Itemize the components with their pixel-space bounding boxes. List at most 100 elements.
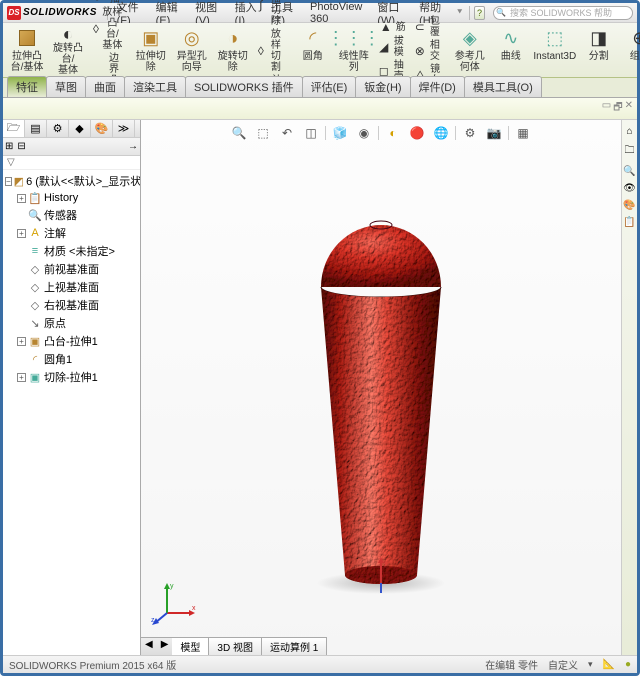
tab-render[interactable]: 渲染工具 (124, 76, 186, 97)
search-input[interactable]: 搜索 SOLIDWORKS 帮助 (493, 6, 633, 20)
cmd-revolve-boss[interactable]: ◐旋转凸台/ 基体 (48, 25, 88, 77)
tree-item[interactable]: +📋History (3, 190, 140, 206)
tab-mold[interactable]: 模具工具(O) (464, 76, 542, 97)
tree-item[interactable]: ↘原点 (3, 314, 140, 332)
origin-marker: y (366, 555, 396, 595)
tree-item[interactable]: 🔍传感器 (3, 206, 140, 224)
expand-icon[interactable]: + (17, 337, 26, 346)
cmd-ref-geometry[interactable]: ◈参考几 何体 (450, 25, 490, 77)
taskpane-home-icon[interactable]: ⌂ (626, 126, 632, 137)
tree-filter[interactable]: ▽ (3, 156, 140, 170)
cmd-rib[interactable]: ▲筋 (375, 19, 410, 35)
cmd-sweep-cut[interactable]: ∫扫描切除 (254, 0, 289, 28)
tab-sheetmetal[interactable]: 钣金(H) (355, 76, 410, 97)
tab-dimxpert[interactable]: ◆ (69, 120, 91, 137)
status-unit-icon[interactable]: 📐 (603, 659, 615, 670)
tree-item[interactable]: ◇右视基准面 (3, 296, 140, 314)
feature-icon: ↘ (28, 316, 42, 330)
window-max-icon[interactable]: 🗗 (613, 100, 622, 117)
tab-features[interactable]: 特征 (7, 76, 47, 97)
feature-icon: ◇ (28, 262, 42, 276)
feature-icon: ≡ (28, 244, 42, 258)
tree-arrow-icon[interactable]: → (128, 141, 138, 152)
taskpane-view-icon[interactable]: 👁 (623, 183, 636, 194)
tab-evaluate[interactable]: 评估(E) (302, 76, 357, 97)
expand-icon[interactable]: + (17, 194, 26, 203)
render-tools-icon[interactable]: 📷 (484, 124, 504, 142)
cmd-loft-cut[interactable]: ◊放样切割 (254, 28, 289, 74)
tab-scroll-right-icon[interactable]: ▶ (157, 638, 173, 655)
cmd-hole-wizard[interactable]: ◎异型孔 向导 (172, 25, 212, 77)
main-area: 🗁 ▤ ⚙ ◆ 🎨 ≫ ⊞ ⊟ → ▽ − ◩ 6 (默认<<默认>_显示状态 … (3, 120, 637, 655)
cmd-extrude-boss[interactable]: 拉伸凸 台/基体 (7, 25, 47, 77)
tree-root[interactable]: − ◩ 6 (默认<<默认>_显示状态 1>) (3, 172, 140, 190)
tree-item[interactable]: ◇上视基准面 (3, 278, 140, 296)
view-triad[interactable]: xyz (149, 579, 197, 627)
cmd-curves[interactable]: ∿曲线 (491, 25, 531, 77)
manager-tabs: 🗁 ▤ ⚙ ◆ 🎨 ≫ (3, 120, 140, 138)
tab-surfaces[interactable]: 曲面 (85, 76, 125, 97)
tab-weldments[interactable]: 焊件(D) (410, 76, 465, 97)
window-min-icon[interactable]: ▭ (602, 100, 611, 117)
menu-photoview[interactable]: PhotoView 360 (305, 1, 370, 25)
menu-dropdown-icon[interactable]: ⯆ (456, 7, 463, 18)
expand-icon[interactable]: + (17, 373, 26, 382)
status-custom[interactable]: 自定义 (548, 657, 578, 672)
cmd-draft[interactable]: ◢拔模 (375, 35, 410, 59)
cmd-wrap[interactable]: ⊂包覆 (411, 15, 446, 39)
tree-item[interactable]: ≡材质 <未指定> (3, 242, 140, 260)
logo-icon: DS (7, 6, 21, 20)
taskpane-property-icon[interactable]: 📋 (623, 217, 635, 228)
view-orient-icon[interactable]: 🧊 (330, 124, 350, 142)
zoom-area-icon[interactable]: ⬚ (253, 124, 273, 142)
cmd-extrude-cut[interactable]: ▣拉伸切 除 (131, 25, 171, 77)
tab-config-mgr[interactable]: ⚙ (47, 120, 69, 137)
tree-item-label: History (44, 192, 78, 204)
prev-view-icon[interactable]: ↶ (277, 124, 297, 142)
tree-item[interactable]: +A注解 (3, 224, 140, 242)
hide-show-icon[interactable]: ◐ (383, 124, 403, 142)
expand-icon[interactable]: − (5, 177, 12, 186)
cmd-combine[interactable]: ⊕组合 (620, 25, 640, 77)
tab-scroll-left-icon[interactable]: ◀ (141, 638, 157, 655)
apply-scene-icon[interactable]: 🌐 (431, 124, 451, 142)
btab-3dview[interactable]: 3D 视图 (209, 638, 262, 655)
edit-appearance-icon[interactable]: 🔴 (407, 124, 427, 142)
btab-model[interactable]: 模型 (172, 638, 209, 655)
taskpane-explorer-icon[interactable]: 🔍 (623, 166, 635, 177)
section-view-icon[interactable]: ◫ (301, 124, 321, 142)
tree-item[interactable]: +▣切除-拉伸1 (3, 368, 140, 386)
graphics-viewport[interactable]: 🔍 ⬚ ↶ ◫ 🧊 ◉ ◐ 🔴 🌐 ⚙ 📷 ▦ (141, 120, 621, 655)
view-settings-icon[interactable]: ⚙ (460, 124, 480, 142)
taskpane-lib-icon[interactable]: 🗀 (625, 143, 635, 160)
expand-icon[interactable]: + (17, 229, 26, 238)
tab-sketch[interactable]: 草图 (46, 76, 86, 97)
tab-feature-tree[interactable]: 🗁 (3, 120, 25, 137)
tree-collapse-icon[interactable]: ⊟ (17, 141, 25, 152)
tab-property-mgr[interactable]: ▤ (25, 120, 47, 137)
help-button[interactable]: ? (474, 6, 485, 20)
tab-display-mgr[interactable]: 🎨 (91, 120, 113, 137)
cmd-linear-pattern[interactable]: ⋮⋮⋮线性阵 列 (334, 25, 374, 77)
tree-item-label: 前视基准面 (44, 261, 99, 277)
viewport-layout-icon[interactable]: ▦ (513, 124, 533, 142)
window-close-icon[interactable]: ✕ (625, 100, 633, 117)
display-style-icon[interactable]: ◉ (354, 124, 374, 142)
cmd-split[interactable]: ◨分割 (579, 25, 619, 77)
cmd-loft-boss[interactable]: ◊放样凸台/基体 (89, 6, 127, 52)
status-rebuild-icon[interactable]: ● (625, 659, 631, 670)
feature-icon: ◜ (28, 352, 42, 366)
btab-motion[interactable]: 运动算例 1 (262, 638, 327, 655)
tree-item[interactable]: +▣凸台-拉伸1 (3, 332, 140, 350)
zoom-fit-icon[interactable]: 🔍 (229, 124, 249, 142)
tab-addins[interactable]: SOLIDWORKS 插件 (185, 76, 303, 97)
status-bar: SOLIDWORKS Premium 2015 x64 版 在编辑 零件 自定义… (3, 655, 637, 673)
tree-item[interactable]: ◇前视基准面 (3, 260, 140, 278)
taskpane-appearance-icon[interactable]: 🎨 (623, 200, 635, 211)
cmd-revolve-cut[interactable]: ◑旋转切 除 (213, 25, 253, 77)
tab-more[interactable]: ≫ (113, 120, 135, 137)
cmd-intersect[interactable]: ⊗相交 (411, 39, 446, 63)
tree-item[interactable]: ◜圆角1 (3, 350, 140, 368)
cmd-instant3d[interactable]: ⬚Instant3D (535, 25, 575, 77)
tree-expand-icon[interactable]: ⊞ (5, 141, 13, 152)
